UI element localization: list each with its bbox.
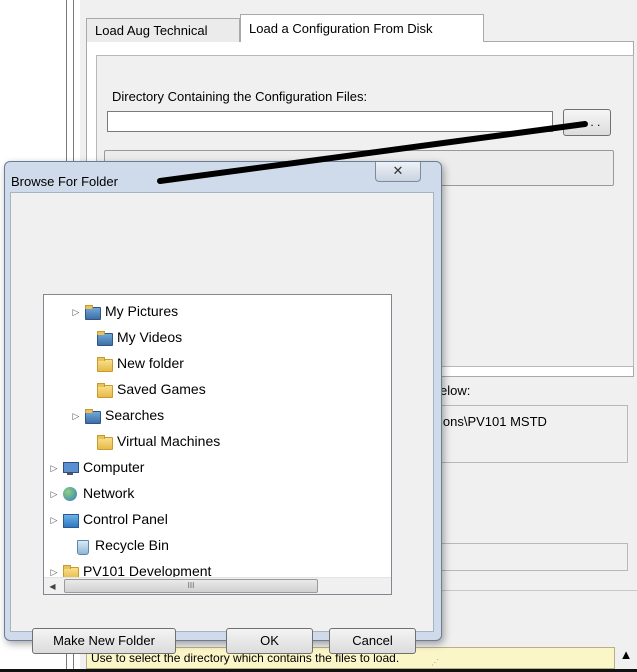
divider bbox=[432, 590, 637, 591]
dialog-title: Browse For Folder bbox=[11, 174, 118, 189]
folder-pictures-icon bbox=[84, 304, 101, 321]
tree-item-label: Control Panel bbox=[83, 511, 168, 527]
computer-icon bbox=[62, 460, 79, 476]
expand-arrow-icon[interactable]: ▷ bbox=[48, 507, 60, 533]
tree-item-label: Saved Games bbox=[117, 381, 206, 397]
browse-for-folder-dialog: Browse For Folder ✕ ▷ My Pictures My Video… bbox=[4, 161, 442, 667]
folder-tree[interactable]: ▷ My Pictures My Videos New folder Saved Gam… bbox=[43, 294, 392, 595]
selection-label: elow: bbox=[440, 383, 471, 398]
horizontal-scroll-thumb[interactable]: III bbox=[64, 579, 318, 593]
tree-item[interactable]: My Videos bbox=[82, 324, 182, 350]
tree-item-label: New folder bbox=[117, 355, 184, 371]
tree-item-label: My Videos bbox=[117, 329, 183, 345]
folder-searches-icon bbox=[84, 408, 101, 425]
tree-item[interactable]: New folder bbox=[82, 350, 184, 376]
expand-arrow-icon[interactable]: ▷ bbox=[48, 455, 60, 481]
scroll-left-icon[interactable]: ◀ bbox=[44, 578, 61, 594]
browse-button[interactable]: . . . bbox=[563, 109, 611, 136]
dialog-client-area: ▷ My Pictures My Videos New folder Saved Gam… bbox=[10, 192, 439, 667]
tree-item[interactable]: Saved Games bbox=[82, 376, 206, 402]
tree-item[interactable]: ▷ Network bbox=[48, 480, 134, 506]
control-panel-icon bbox=[62, 512, 79, 529]
tree-item-label: Computer bbox=[83, 459, 145, 475]
folder-saved-games-icon bbox=[96, 382, 113, 399]
tree-item-label: Virtual Machines bbox=[117, 433, 221, 449]
tree-item-label: Recycle Bin bbox=[95, 537, 169, 553]
scroll-right-icon[interactable]: ▶ bbox=[389, 578, 391, 594]
tree-item-label: My Pictures bbox=[105, 303, 179, 319]
expand-arrow-icon[interactable]: ▷ bbox=[48, 481, 60, 507]
folder-icon bbox=[96, 434, 113, 451]
recycle-bin-icon bbox=[74, 538, 90, 556]
folder-videos-icon bbox=[96, 330, 113, 347]
tree-item-label: Searches bbox=[105, 407, 165, 423]
cancel-button[interactable]: Cancel bbox=[329, 628, 416, 654]
tree-item[interactable]: ▷ Control Panel bbox=[48, 506, 168, 532]
tree-item[interactable]: ▷ Searches bbox=[70, 402, 164, 428]
tab-load-aug-technical[interactable]: Load Aug Technical bbox=[86, 18, 240, 42]
tree-item[interactable]: ▷ Computer bbox=[48, 454, 144, 480]
tree-item[interactable]: Recycle Bin bbox=[60, 532, 169, 558]
directory-label: Directory Containing the Configuration F… bbox=[112, 89, 368, 104]
scroll-up-arrow-icon[interactable]: ▲ bbox=[617, 645, 635, 665]
tree-item-label: Network bbox=[83, 485, 135, 501]
expand-arrow-icon[interactable]: ▷ bbox=[70, 299, 82, 325]
close-button[interactable]: ✕ bbox=[375, 162, 421, 182]
expand-arrow-icon[interactable]: ▷ bbox=[70, 403, 82, 429]
ok-button[interactable]: OK bbox=[226, 628, 313, 654]
directory-input[interactable] bbox=[107, 111, 553, 132]
tab-load-configuration-from-disk[interactable]: Load a Configuration From Disk bbox=[240, 14, 484, 42]
network-icon bbox=[62, 486, 78, 502]
tree-item[interactable]: ▷ My Pictures bbox=[70, 298, 178, 324]
secondary-field bbox=[432, 543, 628, 571]
tree-item[interactable]: Virtual Machines bbox=[82, 428, 220, 454]
make-new-folder-button[interactable]: Make New Folder bbox=[32, 628, 176, 654]
selected-path-text: ions\PV101 MSTD bbox=[440, 414, 547, 429]
resize-grip-icon[interactable]: ⋰ bbox=[431, 658, 439, 667]
folder-icon bbox=[96, 356, 113, 373]
horizontal-scrollbar[interactable]: ◀ III ▶ bbox=[44, 577, 391, 594]
